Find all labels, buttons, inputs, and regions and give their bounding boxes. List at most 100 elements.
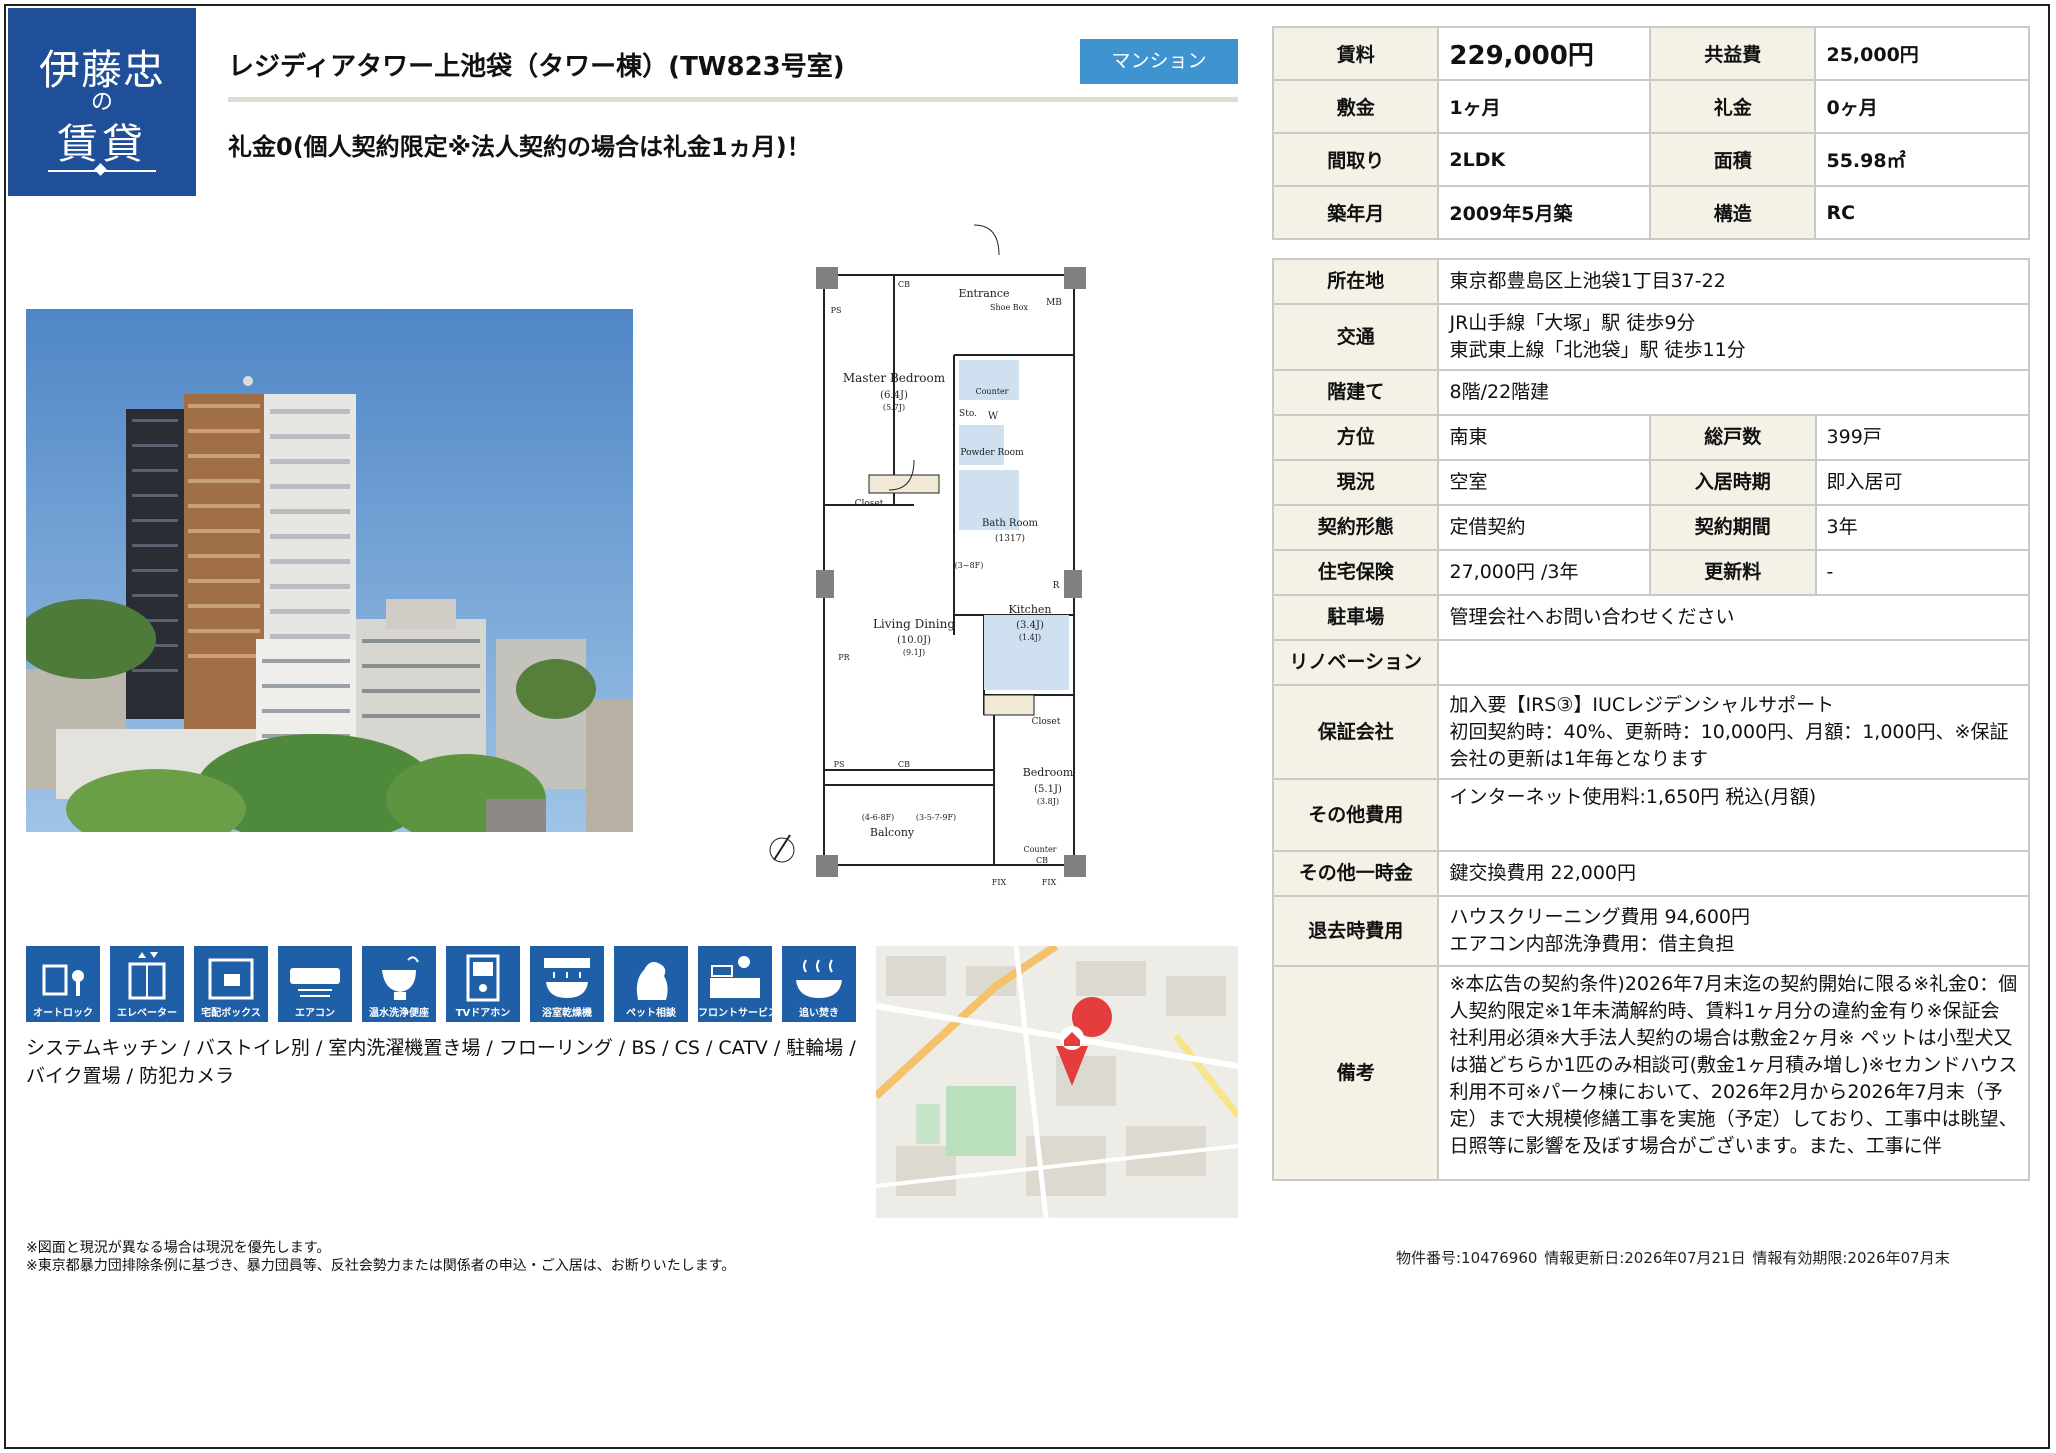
detail-row: 方位 南東 総戸数 399戸 xyxy=(1271,414,2031,461)
parking-value: 管理会社へお問い合わせください xyxy=(1437,594,2030,641)
svg-text:Bath Room: Bath Room xyxy=(982,518,1039,529)
equipment-auto-lock: オートロック xyxy=(26,946,100,1022)
feature-list: システムキッチン / バストイレ別 / 室内洗濯機置き場 / フローリング / … xyxy=(26,1037,856,1087)
svg-text:PR: PR xyxy=(838,653,850,662)
built-value: 2009年5月築 xyxy=(1437,185,1652,240)
svg-text:(5.7J): (5.7J) xyxy=(883,403,905,412)
remarks-value: ※本広告の契約条件)2026年7月末迄の契約開始に限る※礼金0：個人契約限定※1… xyxy=(1437,965,2030,1181)
equipment-label: ペット相談 xyxy=(626,1008,676,1019)
renovation-label: リノベーション xyxy=(1271,639,1440,686)
svg-text:Bedroom: Bedroom xyxy=(1023,766,1074,779)
svg-text:Counter: Counter xyxy=(1023,845,1056,854)
floor-plan[interactable]: Entrance Shoe Box MB PS CB Master Bedroo… xyxy=(764,215,1134,905)
info-valid-until: 情報有効期限:2026年07月末 xyxy=(1752,1249,1950,1267)
renewal-fee-value: - xyxy=(1814,549,2031,596)
equipment-reheat-bath: 追い焚き xyxy=(782,946,856,1022)
title-divider xyxy=(228,97,1238,102)
svg-text:Kitchen: Kitchen xyxy=(1009,603,1052,616)
units-value: 399戸 xyxy=(1814,414,2031,461)
svg-text:(3-5-7-9F): (3-5-7-9F) xyxy=(916,813,956,822)
detail-row: 保証会社 加入要【IRS③】IUCレジデンシャルサポート 初回契約時：40%、更… xyxy=(1271,684,2030,780)
insurance-label: 住宅保険 xyxy=(1271,549,1440,596)
renewal-fee-label: 更新料 xyxy=(1649,549,1817,596)
transport-value: JR山手線「大塚」駅 徒歩9分 東武東上線「北池袋」駅 徒歩11分 xyxy=(1437,303,2030,371)
footer-info: 物件番号:10476960 情報更新日:2026年07月21日 情報有効期限:2… xyxy=(1396,1247,1950,1268)
structure-label: 構造 xyxy=(1649,185,1817,240)
detail-row: 契約形態 定借契約 契約期間 3年 xyxy=(1271,504,2031,551)
status-label: 現況 xyxy=(1271,459,1440,506)
common-fee-label: 共益費 xyxy=(1649,26,1817,81)
detail-row: その他費用 インターネット使用料:1,650円 税込(月額) xyxy=(1271,778,2030,852)
svg-text:R: R xyxy=(1053,581,1060,591)
move-in-label: 入居時期 xyxy=(1649,459,1817,506)
deposit-label: 敷金 xyxy=(1271,79,1440,134)
svg-text:Closet: Closet xyxy=(1032,717,1061,727)
svg-text:Living Dining: Living Dining xyxy=(873,617,955,631)
equipment-washlet: 温水洗浄便座 xyxy=(362,946,436,1022)
guarantor-value: 加入要【IRS③】IUCレジデンシャルサポート 初回契約時：40%、更新時：10… xyxy=(1437,684,2030,780)
area-value: 55.98㎡ xyxy=(1814,132,2030,187)
detail-row: リノベーション xyxy=(1271,639,2030,686)
svg-text:FIX: FIX xyxy=(992,878,1007,887)
svg-text:Balcony: Balcony xyxy=(870,826,915,839)
moveout-value: ハウスクリーニング費用 94,600円 エアコン内部洗浄費用：借主負担 xyxy=(1437,895,2030,967)
move-in-value: 即入居可 xyxy=(1814,459,2031,506)
details-table: 所在地 東京都豊島区上池袋1丁目37-22 交通 JR山手線「大塚」駅 徒歩9分… xyxy=(1271,258,2031,1181)
equipment-label: 宅配ボックス xyxy=(201,1008,261,1019)
address-label: 所在地 xyxy=(1271,258,1440,305)
floors-value: 8階/22階建 xyxy=(1437,369,2030,416)
brand-logo[interactable]: 伊藤忠 の 賃貸 xyxy=(8,8,196,196)
summary-row: 間取り 2LDK 面積 55.98㎡ xyxy=(1271,132,2030,187)
note-line: ※東京都暴力団排除条例に基づき、暴力団員等、反社会勢力または関係者の申込・ご入居… xyxy=(26,1258,736,1274)
property-title: レジディアタワー上池袋（タワー棟）(TW823号室) xyxy=(228,52,845,82)
logo-ornament xyxy=(48,170,156,172)
equipment-label: TVドアホン xyxy=(455,1008,511,1019)
contract-period-value: 3年 xyxy=(1814,504,2031,551)
location-map[interactable] xyxy=(876,946,1238,1218)
svg-text:(3.8J): (3.8J) xyxy=(1037,797,1059,806)
svg-text:Sto.: Sto. xyxy=(959,409,977,419)
svg-text:(3.4J): (3.4J) xyxy=(1016,620,1044,631)
detail-row: 階建て 8階/22階建 xyxy=(1271,369,2030,416)
rent-label: 賃料 xyxy=(1271,26,1440,81)
equipment-pet: ペット相談 xyxy=(614,946,688,1022)
renovation-value xyxy=(1437,639,2030,686)
equipment-elevator: エレベーター xyxy=(110,946,184,1022)
svg-text:Closet: Closet xyxy=(855,499,884,509)
detail-row: 所在地 東京都豊島区上池袋1丁目37-22 xyxy=(1271,258,2030,305)
one-time-label: その他一時金 xyxy=(1271,850,1440,897)
equipment-label: エアコン xyxy=(295,1008,335,1019)
equipment-label: エレベーター xyxy=(117,1008,177,1019)
key-money-value: 0ヶ月 xyxy=(1814,79,2030,134)
info-updated: 情報更新日:2026年07月21日 xyxy=(1544,1249,1746,1267)
rent-value: 229,000円 xyxy=(1437,26,1652,81)
equipment-label: オートロック xyxy=(33,1008,93,1019)
svg-text:(5.1J): (5.1J) xyxy=(1034,784,1062,795)
insurance-value: 27,000円 /3年 xyxy=(1437,549,1652,596)
catch-copy: 礼金0(個人契約限定※法人契約の場合は礼金1ヵ月)！ xyxy=(228,133,811,161)
layout-label: 間取り xyxy=(1271,132,1440,187)
detail-row: 現況 空室 入居時期 即入居可 xyxy=(1271,459,2031,506)
svg-text:PS: PS xyxy=(831,306,842,315)
other-fees-label: その他費用 xyxy=(1271,778,1440,852)
svg-text:Master Bedroom: Master Bedroom xyxy=(843,371,946,385)
equipment-tv-intercom: TVドアホン xyxy=(446,946,520,1022)
svg-text:(1.4J): (1.4J) xyxy=(1019,633,1041,642)
direction-value: 南東 xyxy=(1437,414,1652,461)
svg-text:Powder Room: Powder Room xyxy=(960,448,1024,458)
summary-row: 敷金 1ヶ月 礼金 0ヶ月 xyxy=(1271,79,2030,134)
detail-row: 退去時費用 ハウスクリーニング費用 94,600円 エアコン内部洗浄費用：借主負… xyxy=(1271,895,2030,967)
direction-label: 方位 xyxy=(1271,414,1440,461)
property-type-badge: マンション xyxy=(1080,39,1238,84)
building-photo[interactable] xyxy=(26,309,633,832)
summary-table: 賃料 229,000円 共益費 25,000円 敷金 1ヶ月 礼金 0ヶ月 間取… xyxy=(1271,26,2030,240)
moveout-label: 退去時費用 xyxy=(1271,895,1440,967)
area-label: 面積 xyxy=(1649,132,1817,187)
equipment-label: フロントサービス xyxy=(698,1008,778,1019)
equipment-label: 温水洗浄便座 xyxy=(369,1008,429,1019)
svg-text:Shoe Box: Shoe Box xyxy=(990,303,1028,312)
svg-text:W: W xyxy=(988,411,999,422)
common-fee-value: 25,000円 xyxy=(1814,26,2030,81)
layout-value: 2LDK xyxy=(1437,132,1652,187)
svg-text:(10.0J): (10.0J) xyxy=(897,635,931,646)
